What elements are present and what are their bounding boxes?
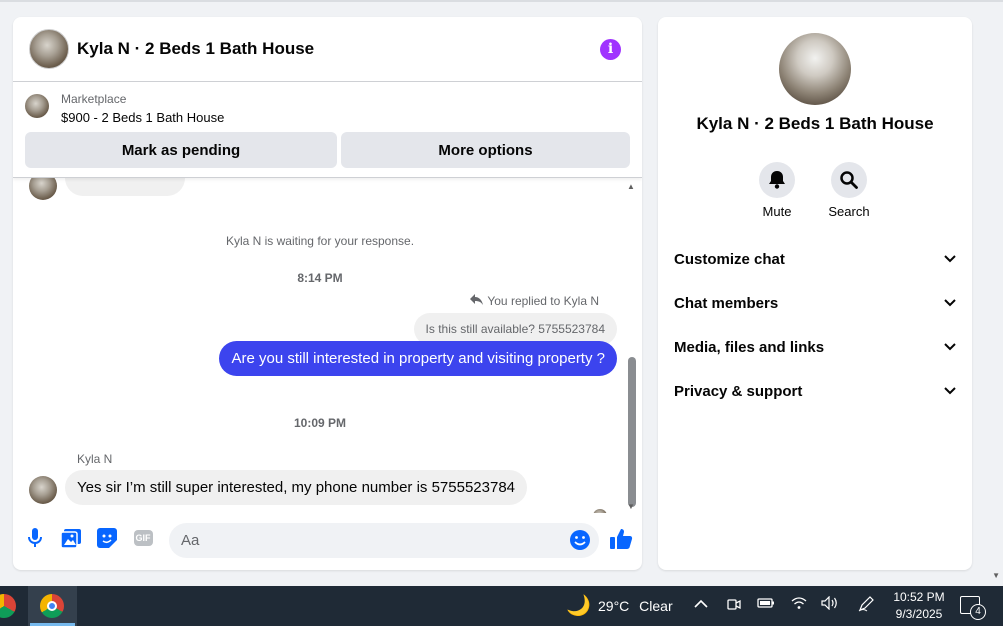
listing-price-title[interactable]: $900 - 2 Beds 1 Bath House [61,110,224,125]
pen-icon[interactable] [858,596,874,615]
system-clock[interactable]: 10:52 PM 9/3/2025 [888,589,950,623]
listing-thumbnail[interactable] [25,94,49,118]
sender-avatar[interactable] [29,476,57,504]
search-label: Search [828,204,870,219]
emoji-icon[interactable] [569,529,591,551]
conversation-info-panel: Kyla N · 2 Beds 1 Bath House Mute Search… [658,17,972,570]
info-avatar[interactable] [779,33,851,105]
moon-weather-icon[interactable]: 🌙 [566,593,591,618]
chevron-up-icon[interactable] [694,596,708,612]
sender-name: Kyla N [77,452,113,466]
timestamp: 10:09 PM [293,416,347,430]
notification-count-badge: 4 [970,604,986,620]
page-scroll-down-arrow-icon[interactable]: ▼ [992,571,1000,580]
section-label: Media, files and links [674,338,825,356]
weather-widget[interactable]: 29°C Clear [598,598,673,614]
chevron-down-icon [944,296,956,310]
reply-indicator: You replied to Kyla N [470,293,599,308]
weather-condition: Clear [639,598,673,614]
contact-avatar[interactable] [29,29,69,69]
temperature: 29°C [598,598,630,614]
like-icon[interactable] [609,527,633,551]
mute-label: Mute [762,204,792,219]
more-options-button[interactable]: More options [341,132,630,168]
mute-button[interactable]: Mute [747,162,807,219]
section-label: Chat members [674,294,779,312]
clock-date: 9/3/2025 [895,607,943,621]
chat-panel: Kyla N · 2 Beds 1 Bath House i Marketpla… [13,17,642,570]
wifi-icon[interactable] [791,596,807,613]
timestamp: 8:14 PM [297,271,343,285]
message-scrollbar[interactable]: ▲ ▼ [627,182,637,512]
chevron-down-icon [944,252,956,266]
message-list: Kyla N is waiting for your response. 8:1… [13,178,642,513]
photo-icon[interactable] [60,527,82,549]
listing-label: Marketplace [61,92,127,106]
chat-title[interactable]: Kyla N · 2 Beds 1 Bath House [77,39,314,59]
gif-label: GIF [133,530,153,546]
chevron-down-icon [944,340,956,354]
microphone-icon[interactable] [24,527,46,549]
section-label: Privacy & support [674,382,803,400]
chevron-down-icon [944,384,956,398]
battery-icon[interactable] [757,596,775,613]
scroll-up-arrow-icon[interactable]: ▲ [627,182,635,191]
info-icon[interactable]: i [600,39,621,60]
scroll-down-arrow-icon[interactable]: ▼ [627,502,635,511]
section-privacy-support[interactable]: Privacy & support [666,371,964,411]
section-chat-members[interactable]: Chat members [666,283,964,323]
incoming-message[interactable]: Yes sir I’m still super interested, my p… [65,470,528,505]
marketplace-listing-bar: Marketplace $900 - 2 Beds 1 Bath House M… [13,82,642,178]
volume-icon[interactable] [821,595,839,613]
clock-time: 10:52 PM [893,590,945,604]
sticker-icon[interactable] [96,527,118,549]
waiting-notice: Kyla N is waiting for your response. [225,234,415,248]
section-label: Customize chat [674,250,785,268]
reply-arrow-icon [470,293,484,308]
scroll-thumb[interactable] [628,357,636,507]
message-composer: GIF [13,513,642,570]
message-input[interactable] [169,523,599,558]
info-title: Kyla N · 2 Beds 1 Bath House [696,114,934,133]
chat-header: Kyla N · 2 Beds 1 Bath House i [13,17,642,82]
chrome-center-icon [47,601,57,611]
outgoing-message[interactable]: Are you still interested in property and… [219,341,617,376]
windows-taskbar: 🌙 29°C Clear 10:52 PM 9/3/2025 4 [0,586,1003,626]
contact-avatar-small [29,178,57,200]
search-button[interactable]: Search [819,162,879,219]
previous-message-bubble [65,178,185,196]
mark-as-pending-button[interactable]: Mark as pending [25,132,337,168]
gif-icon[interactable]: GIF [132,527,154,549]
section-media-files-links[interactable]: Media, files and links [666,327,964,367]
meet-now-icon[interactable] [726,596,742,615]
top-divider [0,0,1003,2]
bell-icon[interactable] [759,162,795,198]
section-customize-chat[interactable]: Customize chat [666,239,964,279]
search-icon[interactable] [831,162,867,198]
chrome-profile-icon[interactable] [0,594,16,618]
reply-indicator-text: You replied to Kyla N [487,293,599,308]
